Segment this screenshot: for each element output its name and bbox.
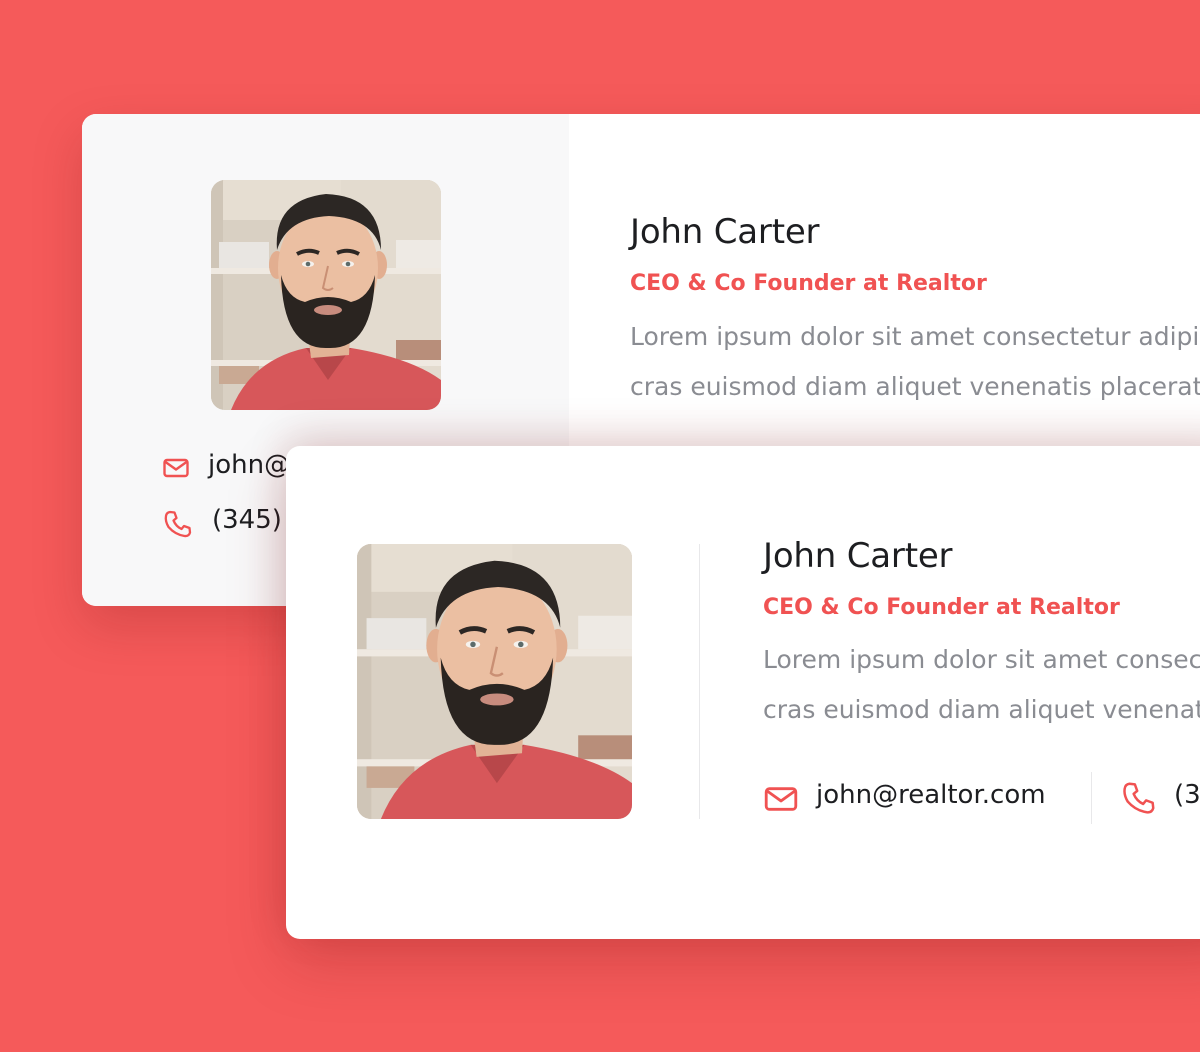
phone-icon — [164, 510, 192, 538]
profile-bio: Lorem ipsum dolor sit amet consectetur a… — [763, 635, 1200, 735]
profile-name: John Carter — [630, 212, 820, 252]
vertical-divider — [699, 544, 700, 819]
contact-divider — [1091, 772, 1092, 824]
bio-line-2: cras euismod diam aliquet venenatis plac… — [763, 695, 1200, 724]
avatar — [211, 180, 441, 410]
avatar — [357, 544, 632, 819]
mail-icon — [764, 787, 798, 811]
phone-icon — [1123, 782, 1155, 814]
profile-role: CEO & Co Founder at Realtor — [763, 595, 1120, 620]
bio-line-1: Lorem ipsum dolor sit amet consectetur a… — [763, 645, 1200, 674]
profile-bio: Lorem ipsum dolor sit amet consectetur a… — [630, 312, 1200, 412]
portrait-image — [357, 544, 632, 819]
profile-name: John Carter — [763, 536, 953, 576]
phone-link[interactable]: (345) 234-4567 — [1174, 780, 1200, 810]
mail-icon — [163, 458, 189, 478]
email-link[interactable]: john@realtor.com — [816, 780, 1046, 810]
profile-card-front: John Carter CEO & Co Founder at Realtor … — [286, 446, 1200, 939]
profile-role: CEO & Co Founder at Realtor — [630, 271, 987, 296]
bio-line-1: Lorem ipsum dolor sit amet consectetur a… — [630, 322, 1200, 351]
bio-line-2: cras euismod diam aliquet venenatis plac… — [630, 372, 1200, 401]
portrait-image — [211, 180, 441, 410]
